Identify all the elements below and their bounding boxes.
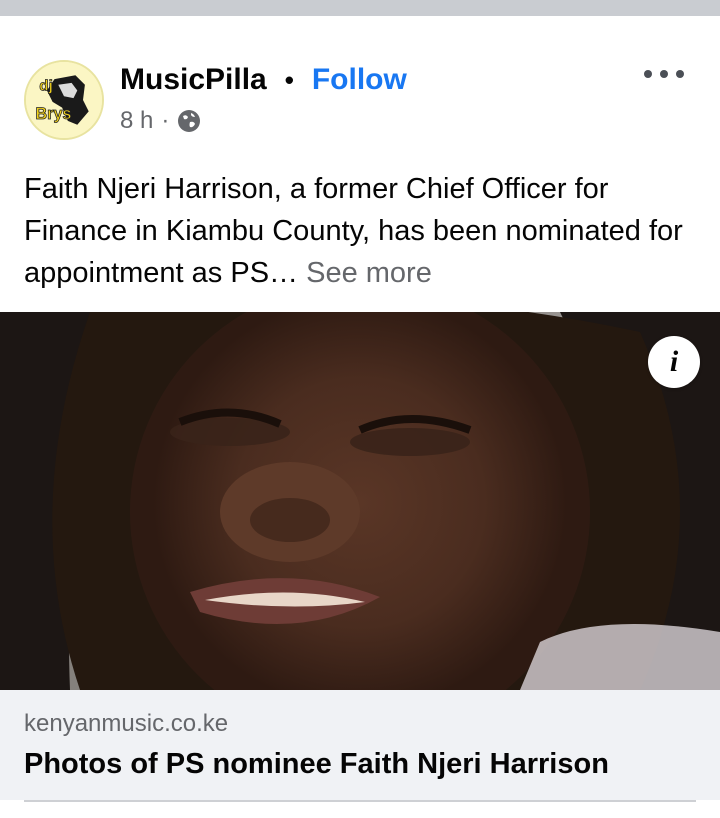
post-divider (24, 800, 696, 802)
more-dot (660, 70, 668, 78)
globe-icon (177, 109, 201, 133)
avatar[interactable]: dj Brys (24, 60, 104, 140)
meta-separator: · (161, 107, 170, 134)
info-button[interactable]: i (648, 336, 700, 388)
post-timestamp[interactable]: 8 h (120, 107, 153, 135)
post-text: Faith Njeri Harrison, a former Chief Off… (24, 168, 704, 294)
link-title: Photos of PS nominee Faith Njeri Harriso… (24, 748, 609, 780)
author-name[interactable]: MusicPilla (120, 63, 267, 97)
post-header: dj Brys MusicPilla • Follow 8 h · (24, 56, 696, 140)
svg-text:Brys: Brys (36, 105, 72, 123)
more-dot (676, 70, 684, 78)
see-more-link[interactable]: See more (306, 257, 432, 289)
follow-button[interactable]: Follow (312, 63, 407, 97)
svg-text:dj: dj (39, 78, 52, 95)
feed-divider (0, 0, 720, 16)
link-preview-image[interactable] (0, 312, 720, 690)
more-horizontal-icon[interactable] (644, 64, 684, 84)
link-domain: kenyanmusic.co.ke (24, 710, 229, 737)
link-preview-footer[interactable]: kenyanmusic.co.ke Photos of PS nominee F… (0, 690, 720, 800)
more-dot (644, 70, 652, 78)
post-meta: 8 h · (120, 106, 201, 136)
author-line: MusicPilla • Follow (120, 60, 407, 100)
avatar-logo: dj Brys (26, 62, 102, 138)
author-follow-separator: • (284, 64, 294, 95)
info-icon: i (669, 345, 679, 378)
